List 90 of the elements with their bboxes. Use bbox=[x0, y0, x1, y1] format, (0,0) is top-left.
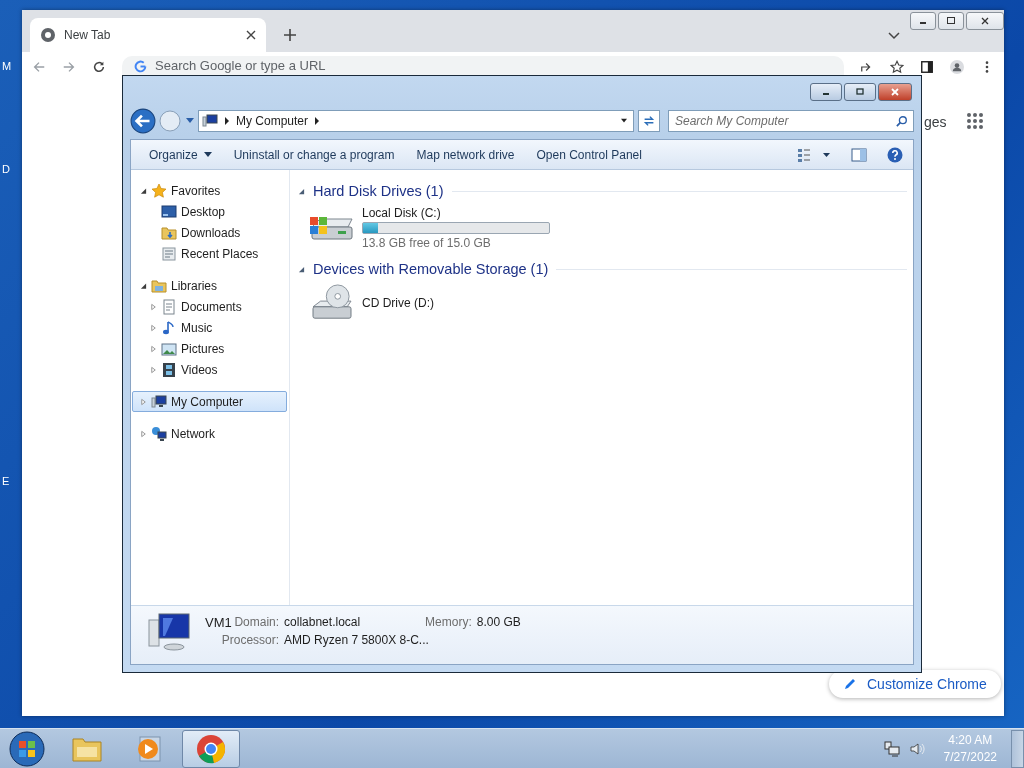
command-button[interactable]: Open Control Panel bbox=[528, 144, 650, 165]
volume-icon[interactable] bbox=[909, 740, 926, 757]
group-header[interactable]: Hard Disk Drives (1) bbox=[313, 183, 444, 199]
navigation-item[interactable]: Network bbox=[131, 423, 289, 444]
maximize-icon bbox=[946, 16, 956, 26]
view-options-button[interactable] bbox=[797, 147, 831, 162]
pencil-icon bbox=[843, 677, 857, 691]
computer-icon bbox=[147, 612, 191, 652]
help-icon bbox=[887, 146, 903, 163]
navigation-item[interactable]: Pictures bbox=[131, 338, 289, 359]
field-value: AMD Ryzen 7 5800X 8-C... bbox=[284, 633, 430, 647]
close-icon bbox=[889, 87, 901, 96]
music-note-icon bbox=[161, 319, 177, 336]
desktop-icon bbox=[161, 203, 177, 220]
chevron-down-icon[interactable] bbox=[888, 32, 900, 40]
images-link[interactable]: ges bbox=[924, 114, 947, 130]
star-icon[interactable] bbox=[890, 60, 904, 74]
refresh-icon bbox=[642, 114, 656, 128]
desktop-icon-label: M bbox=[2, 60, 12, 72]
command-button[interactable]: Map network drive bbox=[408, 144, 523, 165]
star-icon bbox=[151, 182, 167, 199]
computer-name: VM1 bbox=[205, 614, 232, 630]
desktop-icon-label: D bbox=[2, 163, 10, 175]
network-icon bbox=[151, 425, 167, 442]
collapse-arrow-icon[interactable] bbox=[140, 186, 147, 195]
navigation-item[interactable]: Libraries bbox=[131, 275, 289, 296]
library-folder-icon bbox=[151, 277, 167, 294]
field-value: collabnet.local bbox=[284, 615, 362, 629]
drive-name[interactable]: CD Drive (D:) bbox=[362, 296, 434, 310]
back-button[interactable] bbox=[130, 108, 156, 134]
help-button[interactable] bbox=[887, 146, 903, 163]
customize-chrome-button[interactable]: Customize Chrome bbox=[829, 670, 1001, 698]
collapse-arrow-icon[interactable] bbox=[140, 281, 147, 290]
new-tab-icon[interactable] bbox=[284, 29, 296, 41]
field-label: Processor: bbox=[221, 633, 280, 647]
preview-pane-button[interactable] bbox=[851, 146, 867, 163]
breadcrumb-item[interactable]: My Computer bbox=[236, 114, 309, 128]
navigation-item[interactable]: Favorites bbox=[131, 180, 289, 201]
breadcrumb-arrow-icon[interactable] bbox=[224, 117, 230, 125]
free-space-text: 13.8 GB free of 15.0 GB bbox=[362, 236, 492, 250]
command-button[interactable]: Organize bbox=[141, 144, 220, 165]
navigation-item[interactable]: Recent Places bbox=[131, 243, 289, 264]
drive-name[interactable]: Local Disk (C:) bbox=[362, 206, 550, 220]
pictures-icon bbox=[161, 340, 177, 357]
preview-pane-icon bbox=[851, 146, 867, 163]
computer-icon bbox=[202, 113, 218, 129]
close-icon bbox=[980, 16, 990, 26]
apps-grid-icon[interactable] bbox=[966, 112, 984, 130]
minimize-button[interactable] bbox=[910, 12, 936, 30]
collapse-arrow-icon[interactable] bbox=[298, 187, 305, 195]
field-label: Memory: bbox=[425, 615, 472, 629]
dropdown-arrow-icon[interactable] bbox=[621, 117, 627, 125]
recent-places-icon bbox=[161, 245, 177, 262]
chrome-icon bbox=[196, 733, 226, 764]
maximize-button[interactable] bbox=[938, 12, 964, 30]
refresh-button[interactable] bbox=[638, 110, 660, 132]
document-icon bbox=[161, 298, 177, 315]
reload-icon[interactable] bbox=[92, 60, 106, 74]
film-icon bbox=[161, 361, 177, 378]
maximize-icon bbox=[854, 87, 866, 96]
navigation-item[interactable]: My Computer bbox=[132, 391, 287, 412]
browser-tab[interactable]: New Tab bbox=[30, 18, 266, 52]
collapse-arrow-icon[interactable] bbox=[298, 265, 305, 273]
command-button[interactable]: Uninstall or change a program bbox=[225, 144, 403, 165]
navigation-item[interactable]: Downloads bbox=[131, 222, 289, 243]
chrome-icon bbox=[40, 27, 56, 43]
close-button[interactable] bbox=[878, 82, 912, 101]
address-bar[interactable]: Search Google or type a URL bbox=[122, 56, 844, 75]
profile-icon[interactable] bbox=[950, 60, 964, 74]
desktop-icon-label: E bbox=[2, 475, 10, 487]
group-header[interactable]: Devices with Removable Storage (1) bbox=[313, 261, 549, 277]
search-field[interactable]: Search My Computer bbox=[668, 110, 914, 132]
list-view-icon bbox=[797, 147, 831, 162]
side-panel-icon[interactable] bbox=[920, 60, 934, 74]
navigation-item[interactable]: Desktop bbox=[131, 201, 289, 222]
field-value: 8.00 GB bbox=[476, 615, 521, 629]
taskbar-button[interactable] bbox=[182, 729, 240, 768]
navigation-item[interactable]: Videos bbox=[131, 359, 289, 380]
navigation-item[interactable]: Music bbox=[131, 317, 289, 338]
start-button[interactable] bbox=[9, 730, 45, 767]
folder-icon bbox=[161, 224, 177, 241]
search-icon bbox=[896, 115, 908, 127]
computer-icon bbox=[151, 393, 167, 410]
navigation-item[interactable]: Documents bbox=[131, 296, 289, 317]
address-bar[interactable]: My Computer bbox=[198, 110, 634, 132]
google-icon bbox=[134, 60, 147, 73]
breadcrumb-arrow-icon[interactable] bbox=[314, 117, 321, 125]
caret-icon bbox=[203, 152, 212, 157]
close-icon[interactable] bbox=[246, 30, 256, 40]
network-icon[interactable] bbox=[883, 740, 900, 757]
